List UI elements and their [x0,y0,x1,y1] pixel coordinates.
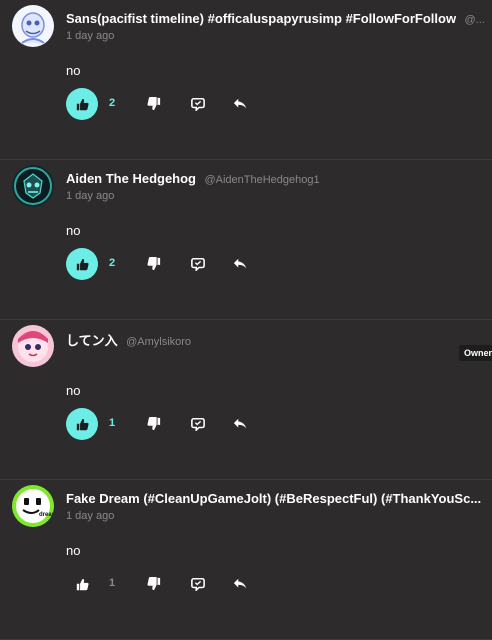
comment-actions: 2 [66,88,266,120]
comment-body: no [66,63,81,78]
like-button[interactable] [66,248,98,280]
comment-actions: 1 [66,408,266,440]
comment-body: no [66,223,81,238]
thumbs-up-icon [76,578,89,590]
reply-bubble-icon [191,257,205,271]
display-name[interactable]: Fake Dream (#CleanUpGameJolt) (#BeRespec… [66,491,481,506]
comment-actions: 2 [66,248,266,280]
comment-item: Aiden The Hedgehog @AidenTheHedgehog1 1 … [0,160,492,320]
comment-actions: 1 [66,568,266,600]
name-line: Aiden The Hedgehog @AidenTheHedgehog1 [66,170,492,188]
thumbs-down-icon [147,417,161,431]
owner-badge: Owner [459,345,492,361]
reply-bubble-icon [191,577,205,591]
share-button[interactable] [232,96,248,112]
reply-bubble-icon [191,417,205,431]
thumbs-up-icon [76,258,89,270]
name-line: Sans(pacifist timeline) #officaluspapyru… [66,10,492,28]
timestamp[interactable]: 1 day ago [66,510,114,522]
name-line: Fake Dream (#CleanUpGameJolt) (#BeRespec… [66,490,492,508]
avatar-dream-text: dream [39,512,54,518]
like-count: 2 [109,97,116,109]
thumbs-up-icon [76,98,89,110]
avatar[interactable]: dream [12,485,54,527]
dislike-button[interactable] [146,416,162,432]
like-count: 1 [109,577,116,589]
thumbs-up-icon [76,418,89,430]
share-button[interactable] [232,256,248,272]
thumbs-down-icon [147,577,161,591]
comment-body: no [66,543,81,558]
username[interactable]: @AidenTheHedgehog1 [204,174,319,186]
dislike-button[interactable] [146,256,162,272]
share-arrow-icon [233,258,247,269]
share-arrow-icon [233,418,247,429]
username[interactable]: @Amylsikoro [126,336,191,348]
share-button[interactable] [232,416,248,432]
thumbs-down-icon [147,97,161,111]
like-button[interactable] [66,88,98,120]
avatar[interactable] [12,165,54,207]
display-name[interactable]: Sans(pacifist timeline) #officaluspapyru… [66,11,456,26]
timestamp[interactable]: 1 day ago [66,30,114,42]
like-button[interactable] [66,408,98,440]
display-name[interactable]: してン入 [66,333,118,348]
display-name[interactable]: Aiden The Hedgehog [66,171,196,186]
reply-button[interactable] [190,576,206,592]
thumbs-down-icon [147,257,161,271]
like-count: 1 [109,417,116,429]
reply-button[interactable] [190,416,206,432]
avatar[interactable] [12,5,54,47]
username[interactable]: @... [465,14,485,26]
share-arrow-icon [233,578,247,589]
like-button[interactable] [66,568,98,600]
timestamp[interactable]: 1 day ago [66,190,114,202]
comment-item: Sans(pacifist timeline) #officaluspapyru… [0,0,492,160]
like-count: 2 [109,257,116,269]
dislike-button[interactable] [146,576,162,592]
comment-item: してン入 @Amylsikoro Owner no 1 [0,320,492,480]
share-arrow-icon [233,98,247,109]
reply-bubble-icon [191,97,205,111]
comment-item: dream Fake Dream (#CleanUpGameJolt) (#Be… [0,480,492,640]
name-line: してン入 @Amylsikoro [66,330,492,350]
dislike-button[interactable] [146,96,162,112]
comment-body: no [66,383,81,398]
reply-button[interactable] [190,96,206,112]
share-button[interactable] [232,576,248,592]
reply-button[interactable] [190,256,206,272]
avatar[interactable] [12,325,54,367]
